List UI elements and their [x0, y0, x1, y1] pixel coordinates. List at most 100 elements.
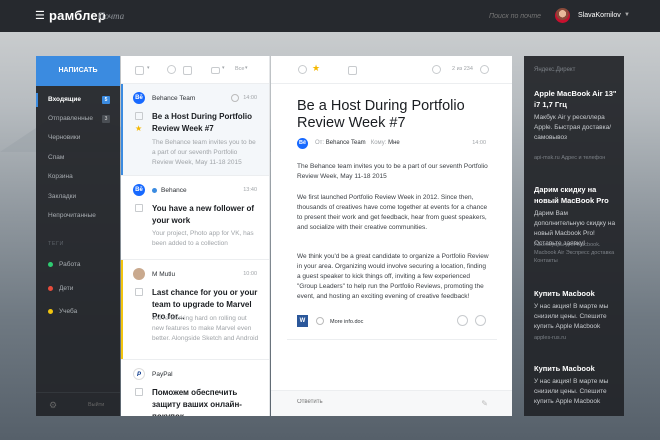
body-paragraph: We first launched Portfolio Review Week … [297, 194, 488, 231]
download-icon[interactable] [475, 315, 486, 326]
reply-bar: ✎ [271, 390, 512, 416]
message-checkbox[interactable] [135, 388, 143, 396]
sidebar-item-label: Отправленные [48, 115, 93, 122]
message-preview: The Behance team invites you to be a par… [152, 139, 256, 166]
tag-color-dot [48, 285, 53, 291]
pager-text: 2 из 234 [452, 66, 473, 72]
message-time: 14:00 [243, 95, 257, 101]
ad-meta[interactable]: api-msk.ru Адрес и телефон [534, 154, 618, 162]
select-all-checkbox[interactable] [135, 66, 144, 75]
unread-dot [152, 187, 157, 193]
user-name[interactable]: SlavaKornilov [578, 12, 621, 19]
message-preview: We're working hard on rolling out new fe… [152, 315, 259, 342]
sender-name: Behance Team [152, 95, 196, 102]
to-name[interactable]: Мне [388, 140, 400, 146]
from-prefix: От: [315, 140, 325, 146]
sender-line: Behance [152, 187, 187, 194]
message-subject: Be a Host During Portfolio Review Week #… [152, 112, 252, 133]
unread-count-badge: 5 [102, 96, 110, 104]
list-item[interactable]: M Mutlu 10:00 Last chance for you or you… [121, 260, 269, 360]
selected-indicator [121, 84, 123, 175]
sidebar-item-sent[interactable]: Отправленные 3 [36, 112, 120, 126]
ad-meta[interactable]: Аксессуары для Macbook. Macbook Air Эксп… [534, 241, 618, 265]
tag-color-dot [48, 308, 53, 314]
sidebar-item-label: Непрочитанные [48, 212, 96, 219]
sender-name: M Mutlu [152, 271, 176, 278]
ad-title[interactable]: Купить Macbook [534, 288, 618, 299]
paypal-icon: P [133, 368, 145, 380]
folder-icon[interactable] [211, 67, 220, 74]
from-name[interactable]: Behance Team [326, 140, 366, 146]
message-checkbox[interactable] [135, 112, 143, 120]
sender-avatar: Bē [133, 92, 145, 104]
message-checkbox[interactable] [135, 204, 143, 212]
search-input[interactable] [489, 12, 549, 20]
sidebar-item-label: Корзина [48, 173, 73, 180]
attachment-status-icon [316, 317, 324, 325]
sidebar-item-trash[interactable]: Корзина [36, 170, 120, 184]
message-list: ▾ ▾ Все ▾ Bē Behance Team 14:00 ★ Be a H… [121, 56, 270, 416]
sidebar-item-bookmarks[interactable]: Закладки [36, 190, 120, 204]
spam-icon[interactable] [167, 65, 176, 74]
star-icon[interactable]: ★ [312, 63, 320, 74]
filter-dropdown[interactable]: Все [235, 66, 244, 72]
section-title: Почта [98, 11, 125, 21]
chevron-down-icon[interactable]: ▼ [624, 12, 630, 18]
sender-name: Behance [161, 187, 187, 194]
ad-meta[interactable]: apples-rus.ru [534, 334, 618, 342]
attachment-name[interactable]: More info.doc [330, 319, 363, 325]
ad-title[interactable]: Дарим скидку на новый MacBook Pro [534, 184, 618, 206]
spam-icon[interactable] [298, 65, 307, 74]
chevron-down-icon[interactable]: ▾ [245, 65, 248, 71]
list-toolbar: ▾ ▾ Все ▾ [121, 56, 269, 84]
ad-title[interactable]: Apple MacBook Air 13" i7 1,7 Ггц [534, 88, 618, 110]
sidebar-item-drafts[interactable]: Черновики [36, 131, 120, 145]
chevron-right-icon[interactable] [480, 65, 489, 74]
menu-icon[interactable]: ☰ [35, 9, 45, 22]
tag-item-study[interactable]: Учеба [48, 307, 77, 317]
message-meta: От: Behance Team Кому: Мне [315, 140, 400, 146]
ad-title[interactable]: Купить Macbook [534, 363, 618, 374]
gear-icon[interactable]: ⚙ [49, 400, 59, 410]
compose-button[interactable]: НАПИСАТЬ [36, 56, 120, 86]
sender-name: PayPal [152, 371, 173, 378]
pencil-icon[interactable]: ✎ [481, 399, 488, 408]
search-box[interactable] [478, 9, 549, 23]
sidebar-item-label: Входящие [48, 96, 81, 103]
tag-item-work[interactable]: Работа [48, 260, 80, 270]
sidebar-item-label: Закладки [48, 193, 77, 200]
sender-avatar [133, 268, 145, 280]
list-item[interactable]: Bē Behance 13:40 You have a new follower… [121, 176, 269, 260]
message-checkbox[interactable] [135, 288, 143, 296]
ad-description: Макбук Air у реселлера Apple. Быстрая до… [534, 114, 611, 141]
to-prefix: Кому: [370, 140, 387, 146]
preview-icon[interactable] [457, 315, 468, 326]
exit-button[interactable]: Выйти [88, 402, 104, 408]
sender-avatar: Bē [133, 184, 145, 196]
chevron-down-icon[interactable]: ▾ [147, 65, 150, 71]
ad-description: У нас акция! В марте мы снизили цены. Сп… [534, 303, 609, 330]
attachment[interactable]: W More info.doc [297, 314, 487, 331]
top-bar: ☰ рамблер Почта SlavaKornilov ▼ [0, 0, 660, 32]
ad-description: У нас акция! В марте мы снизили цены. Сп… [534, 378, 609, 405]
tag-color-dot [48, 261, 53, 267]
tag-item-kids[interactable]: Дети [48, 284, 73, 294]
reply-input[interactable] [297, 399, 447, 405]
avatar[interactable] [555, 8, 570, 23]
sidebar-item-unread[interactable]: Непрочитанные [36, 209, 120, 223]
delete-icon[interactable] [348, 66, 357, 75]
sidebar-item-inbox[interactable]: Входящие 5 [36, 93, 120, 107]
tag-label: Учеба [59, 308, 78, 315]
chevron-left-icon[interactable] [432, 65, 441, 74]
word-doc-icon: W [297, 315, 308, 327]
list-item[interactable]: Bē Behance Team 14:00 ★ Be a Host During… [121, 84, 269, 176]
sidebar-item-spam[interactable]: Спам [36, 151, 120, 165]
history-icon[interactable] [231, 94, 239, 102]
tag-label: Дети [59, 285, 74, 292]
star-icon[interactable]: ★ [135, 124, 142, 133]
ads-header: Яндекс.Директ [534, 67, 576, 73]
delete-icon[interactable] [183, 66, 192, 75]
chevron-down-icon[interactable]: ▾ [222, 65, 225, 71]
message-title: Be a Host During Portfolio Review Week #… [297, 98, 465, 131]
list-item[interactable]: P PayPal Поможем обеспечить защиту ваших… [121, 360, 269, 416]
